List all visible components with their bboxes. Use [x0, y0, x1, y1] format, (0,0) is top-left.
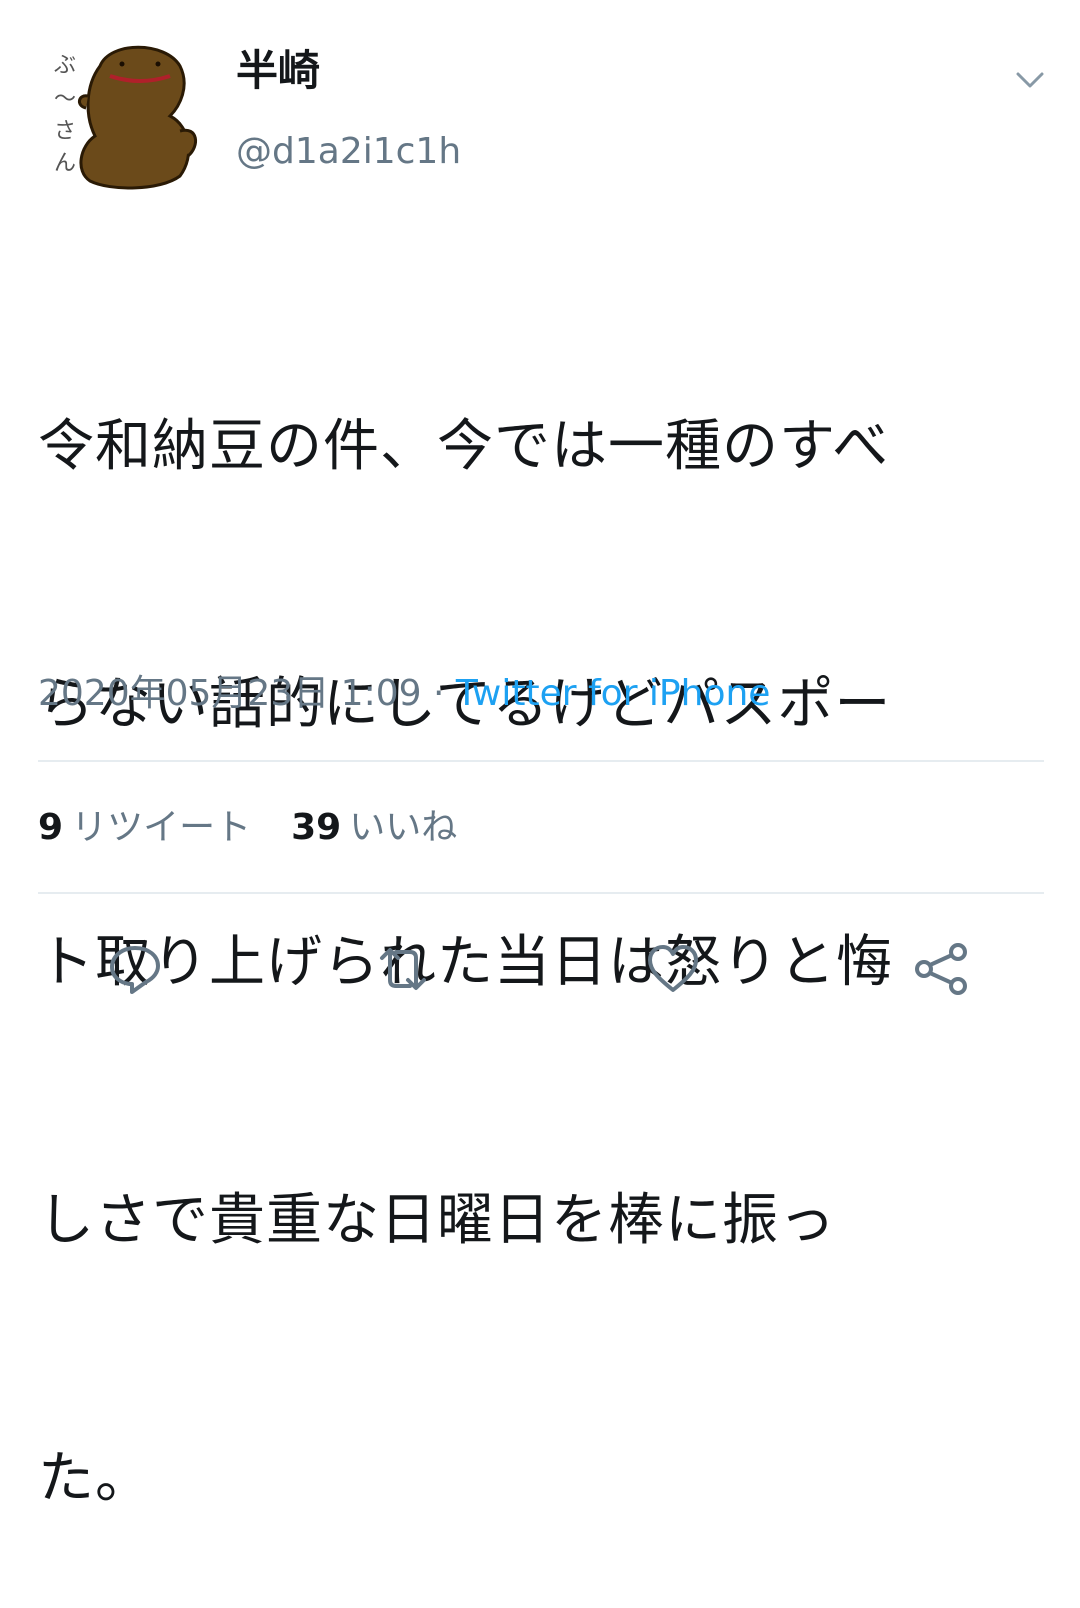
like-stat[interactable]: 39 いいね	[291, 806, 457, 849]
like-button[interactable]	[638, 934, 708, 1004]
tweet-timestamp[interactable]: 2020年05月23日 1:09	[38, 673, 422, 714]
tweet-text-line: た。	[38, 1446, 152, 1511]
tweet-stats: 9 リツイート 39 いいね	[38, 806, 457, 849]
user-handle[interactable]: @d1a2i1c1h	[236, 130, 461, 173]
retweet-count: 9	[38, 807, 64, 848]
avatar-caption-3: さ	[54, 119, 76, 144]
action-bar	[0, 934, 1080, 1004]
avatar[interactable]: ぶ 〜 さ ん	[40, 36, 200, 196]
chevron-down-icon[interactable]	[1010, 60, 1050, 100]
like-count: 39	[291, 807, 342, 848]
tweet-source-link[interactable]: Twitter for iPhone	[456, 673, 771, 714]
reply-icon	[110, 946, 160, 994]
tweet-text-line: しさで貴重な日曜日を棒に振っ	[38, 1188, 836, 1253]
tweet-text: 令和納豆の件、今では一種のすべ らない話的にしてるけどパスポー ト取り上げられた…	[38, 232, 1048, 1608]
retweet-button[interactable]	[368, 934, 438, 1004]
retweet-icon	[380, 948, 426, 990]
like-label: いいね	[349, 807, 458, 848]
avatar-caption-2: 〜	[54, 87, 76, 112]
divider	[38, 760, 1044, 762]
avatar-caption-4: ん	[54, 151, 76, 176]
reply-button[interactable]	[100, 934, 170, 1004]
heart-icon	[648, 945, 698, 992]
meta-separator: ·	[432, 673, 445, 714]
avatar-illustration: ぶ 〜 さ ん	[54, 45, 197, 190]
tweet-meta: 2020年05月23日 1:09 · Twitter for iPhone	[38, 672, 770, 715]
avatar-caption-1: ぶ	[54, 53, 76, 78]
tweet-text-line: 令和納豆の件、今では一種のすべ	[38, 414, 890, 479]
retweet-stat[interactable]: 9 リツイート	[38, 806, 251, 849]
retweet-label: リツイート	[71, 807, 252, 848]
share-button[interactable]	[906, 934, 976, 1004]
share-icon	[915, 943, 967, 995]
divider	[38, 892, 1044, 894]
display-name[interactable]: 半崎	[236, 46, 320, 96]
